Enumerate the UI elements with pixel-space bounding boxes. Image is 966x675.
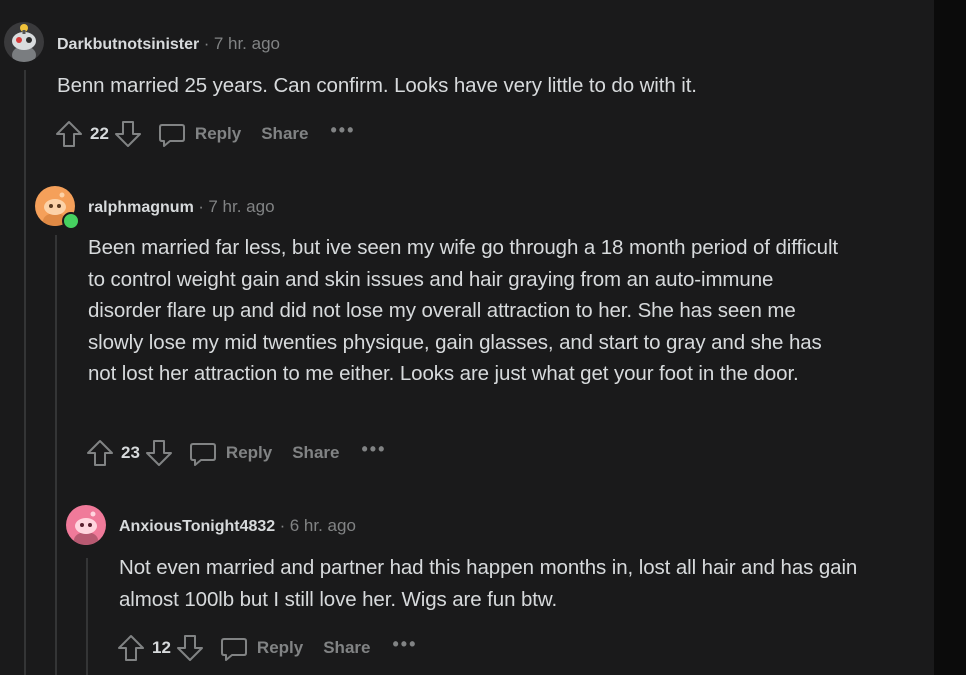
thread-line-2[interactable] [55,235,57,675]
more-options-icon[interactable]: ••• [330,120,355,141]
separator: · [279,516,286,535]
separator: · [203,34,210,53]
author-name[interactable]: ralphmagnum [88,199,194,216]
online-status-icon [62,212,80,230]
reply-button[interactable]: Reply [219,633,303,663]
author-name[interactable]: AnxiousTonight4832 [119,518,275,535]
vote-score: 23 [121,443,140,462]
comment-actions: 23 Reply Share ••• [85,436,386,470]
more-options-icon[interactable]: ••• [361,439,386,460]
thread-line-1[interactable] [24,70,26,675]
timestamp[interactable]: 7 hr. ago [208,197,274,216]
share-button[interactable]: Share [323,638,370,658]
comment-bubble-icon [158,124,185,147]
thread-line-3[interactable] [86,558,88,675]
upvote-icon[interactable] [116,633,146,663]
comment-meta: ralphmagnum · 7 hr. ago [88,197,275,217]
snoo-avatar-icon [12,24,36,62]
snoo-avatar-icon [74,511,98,545]
downvote-icon[interactable] [175,633,205,663]
comment-body: Benn married 25 years. Can confirm. Look… [57,74,697,97]
timestamp[interactable]: 7 hr. ago [214,34,280,53]
comment-body: Been married far less, but ive seen my w… [88,236,839,385]
avatar[interactable] [66,505,106,545]
reply-button[interactable]: Reply [157,119,241,149]
upvote-icon[interactable] [85,438,115,468]
avatar[interactable] [4,22,44,62]
reply-button[interactable]: Reply [188,438,272,468]
vote-score: 12 [152,638,171,657]
reply-label: Reply [194,124,242,143]
downvote-icon[interactable] [144,438,174,468]
comment-meta: AnxiousTonight4832 · 6 hr. ago [119,516,356,536]
vote-score: 22 [90,124,109,143]
more-options-icon[interactable]: ••• [392,634,417,655]
timestamp[interactable]: 6 hr. ago [290,516,356,535]
comment-bubble-icon [220,638,247,661]
comment-body: Not even married and partner had this ha… [119,556,858,611]
share-button[interactable]: Share [292,443,339,463]
reply-label: Reply [256,638,304,657]
reply-label: Reply [225,443,273,462]
comment-actions: 12 Reply Share ••• [116,631,417,665]
author-name[interactable]: Darkbutnotsinister [57,36,199,53]
comment-bubble-icon [189,443,216,466]
scrollbar-track[interactable] [934,0,966,675]
upvote-icon[interactable] [54,119,84,149]
downvote-icon[interactable] [113,119,143,149]
comment-meta: Darkbutnotsinister · 7 hr. ago [57,34,280,54]
separator: · [198,197,204,216]
share-button[interactable]: Share [261,124,308,144]
comment-actions: 22 Reply Share ••• [54,117,355,151]
